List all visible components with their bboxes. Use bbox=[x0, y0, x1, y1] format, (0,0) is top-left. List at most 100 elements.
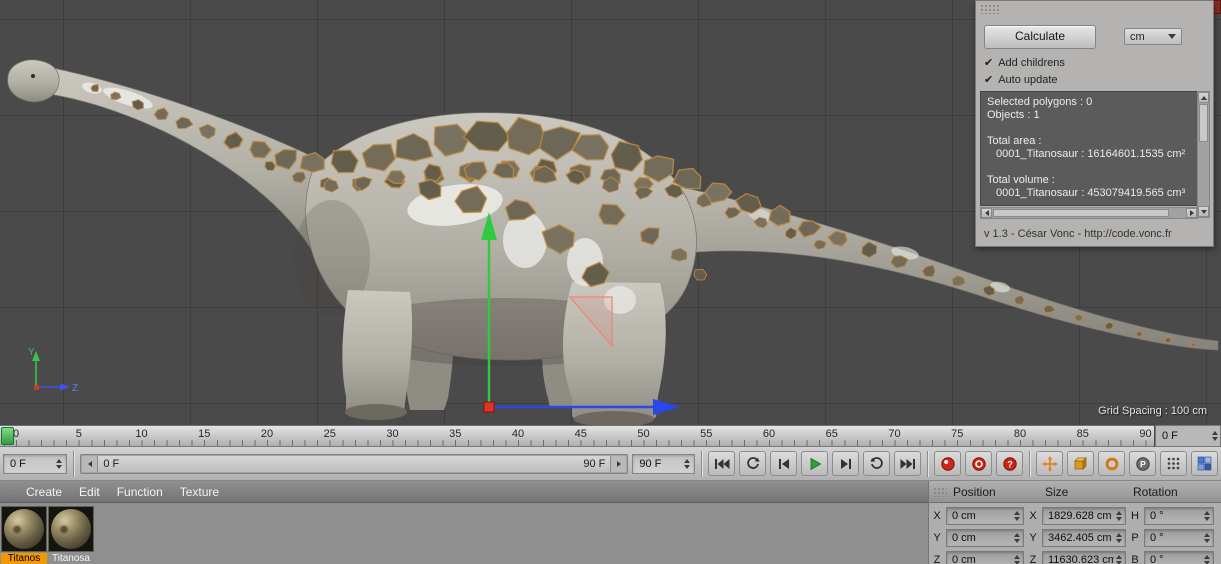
checkbox-add-childrens[interactable]: ✔ Add childrens bbox=[984, 56, 1065, 69]
checkmark-icon: ✔ bbox=[984, 56, 993, 69]
checkbox-auto-update-label: Auto update bbox=[998, 74, 1057, 86]
unit-dropdown[interactable]: cm bbox=[1124, 28, 1182, 45]
ruler-tick-label: 65 bbox=[826, 428, 838, 440]
stepper[interactable] bbox=[1114, 511, 1124, 521]
next-key-icon bbox=[870, 457, 884, 471]
ruler-tick-label: 20 bbox=[261, 428, 273, 440]
bottom-managers: Create Edit Function Texture Titanos Tit… bbox=[0, 481, 1221, 564]
ruler-tick-label: 25 bbox=[324, 428, 336, 440]
stepper[interactable] bbox=[1012, 533, 1022, 543]
ruler-tick-label: 85 bbox=[1077, 428, 1089, 440]
toggle-rotation-keys-button[interactable] bbox=[1098, 451, 1125, 476]
stepper[interactable] bbox=[1202, 511, 1212, 521]
position-x-field[interactable]: 0 cm bbox=[946, 507, 1024, 525]
size-x-field[interactable]: 1829.628 cm bbox=[1042, 507, 1126, 525]
toggle-scale-keys-button[interactable] bbox=[1067, 451, 1094, 476]
vertical-scroll-thumb[interactable] bbox=[1199, 104, 1208, 142]
range-end-label: 90 F bbox=[583, 455, 605, 473]
next-frame-button[interactable] bbox=[832, 451, 859, 476]
scroll-up-icon[interactable] bbox=[1198, 92, 1209, 103]
header-size: Size bbox=[1045, 485, 1133, 499]
current-frame-stepper[interactable] bbox=[54, 459, 64, 469]
svg-text:?: ? bbox=[1007, 459, 1013, 469]
point-level-animation-icon bbox=[1166, 456, 1181, 471]
material-grip-handle[interactable] bbox=[4, 487, 20, 497]
ruler-tick-label: 55 bbox=[700, 428, 712, 440]
menu-function[interactable]: Function bbox=[117, 485, 163, 499]
position-y-field[interactable]: 0 cm bbox=[946, 529, 1024, 547]
current-frame-marker[interactable] bbox=[1, 427, 14, 445]
vertical-scrollbar[interactable] bbox=[1197, 91, 1210, 218]
calculate-button[interactable]: Calculate bbox=[984, 25, 1096, 49]
ruler-tick-label: 90 bbox=[1139, 428, 1151, 440]
material-name[interactable]: Titanosa bbox=[48, 553, 94, 564]
rotation-p-field[interactable]: 0 ° bbox=[1144, 529, 1214, 547]
prev-key-button[interactable] bbox=[739, 451, 766, 476]
checkbox-auto-update[interactable]: ✔ Auto update bbox=[984, 73, 1058, 86]
gizmo-origin-handle[interactable] bbox=[484, 402, 494, 412]
stepper[interactable] bbox=[1202, 555, 1212, 564]
chevron-down-icon bbox=[1168, 34, 1176, 39]
toggle-parameter-keys-button[interactable]: P bbox=[1129, 451, 1156, 476]
result-line: Total area : bbox=[987, 135, 1191, 148]
size-z-field[interactable]: 11630.623 cm bbox=[1042, 551, 1126, 564]
menu-texture[interactable]: Texture bbox=[180, 485, 219, 499]
axis-z-label: Z bbox=[72, 383, 78, 394]
menu-create[interactable]: Create bbox=[26, 485, 62, 499]
material-name-selected[interactable]: Titanos bbox=[1, 553, 47, 564]
horizontal-scrollbar[interactable] bbox=[980, 207, 1198, 219]
stepper[interactable] bbox=[1012, 511, 1022, 521]
keyframe-help-icon: ? bbox=[1002, 456, 1018, 472]
rotation-b-field[interactable]: 0 ° bbox=[1144, 551, 1214, 564]
material-manager: Create Edit Function Texture Titanos Tit… bbox=[0, 481, 928, 564]
timeline-range-slider[interactable]: 0 F 90 F bbox=[80, 454, 628, 474]
position-x-label: X bbox=[931, 510, 943, 522]
blue-grid-icon bbox=[1197, 456, 1212, 471]
menu-edit[interactable]: Edit bbox=[79, 485, 100, 499]
frame-stepper[interactable] bbox=[1210, 431, 1220, 441]
stepper[interactable] bbox=[1202, 533, 1212, 543]
goto-end-button[interactable] bbox=[894, 451, 921, 476]
autokeying-button[interactable] bbox=[965, 451, 992, 476]
coordinates-grip-handle[interactable] bbox=[933, 487, 947, 497]
rotation-h-label: H bbox=[1129, 510, 1141, 522]
rotation-h-field[interactable]: 0 ° bbox=[1144, 507, 1214, 525]
calculation-results-box: Selected polygons : 0 Objects : 1 Total … bbox=[980, 91, 1198, 206]
toggle-pla-keys-button[interactable] bbox=[1160, 451, 1187, 476]
stepper[interactable] bbox=[1012, 555, 1022, 564]
next-key-button[interactable] bbox=[863, 451, 890, 476]
header-position: Position bbox=[953, 485, 1045, 499]
range-end-handle[interactable] bbox=[610, 456, 626, 472]
transport-bar: 0 F 0 F 90 F 90 F bbox=[0, 447, 1221, 481]
panel-grip-handle[interactable] bbox=[980, 4, 1000, 14]
stepper[interactable] bbox=[1114, 533, 1124, 543]
stepper[interactable] bbox=[1114, 555, 1124, 564]
scroll-right-icon[interactable] bbox=[1186, 208, 1197, 218]
timeline-ruler[interactable]: 051015202530354045505560657075808590 bbox=[0, 425, 1154, 447]
goto-start-button[interactable] bbox=[708, 451, 735, 476]
material-thumbnail-titanosaur[interactable] bbox=[1, 506, 47, 552]
keyframe-selection-button[interactable]: ? bbox=[996, 451, 1023, 476]
record-keyframe-button[interactable] bbox=[934, 451, 961, 476]
result-line: 0001_Titanosaur : 453079419.565 cm³ bbox=[987, 187, 1191, 200]
end-frame-stepper[interactable] bbox=[682, 459, 692, 469]
ruler-frame-field[interactable]: 0 F bbox=[1155, 425, 1221, 447]
toggle-position-keys-button[interactable] bbox=[1036, 451, 1063, 476]
position-z-field[interactable]: 0 cm bbox=[946, 551, 1024, 564]
scroll-down-icon[interactable] bbox=[1198, 206, 1209, 217]
size-y-field[interactable]: 3462.405 cm bbox=[1042, 529, 1126, 547]
prev-frame-button[interactable] bbox=[770, 451, 797, 476]
play-icon bbox=[808, 457, 822, 471]
layout-tiles-button[interactable] bbox=[1191, 451, 1218, 476]
horizontal-scroll-thumb[interactable] bbox=[993, 209, 1169, 217]
ruler-tick-label: 50 bbox=[637, 428, 649, 440]
end-frame-field[interactable]: 90 F bbox=[632, 454, 695, 474]
range-start-handle[interactable] bbox=[82, 456, 98, 472]
grid-spacing-label: Grid Spacing : 100 cm bbox=[1098, 405, 1207, 417]
play-button[interactable] bbox=[801, 451, 828, 476]
material-thumbnail-titanosaur-2[interactable] bbox=[48, 506, 94, 552]
volume-calculator-panel: Calculate cm ✔ Add childrens ✔ Auto upda… bbox=[975, 0, 1214, 247]
scroll-left-icon[interactable] bbox=[981, 208, 992, 218]
svg-text:P: P bbox=[1140, 459, 1146, 469]
current-frame-field[interactable]: 0 F bbox=[3, 454, 67, 474]
